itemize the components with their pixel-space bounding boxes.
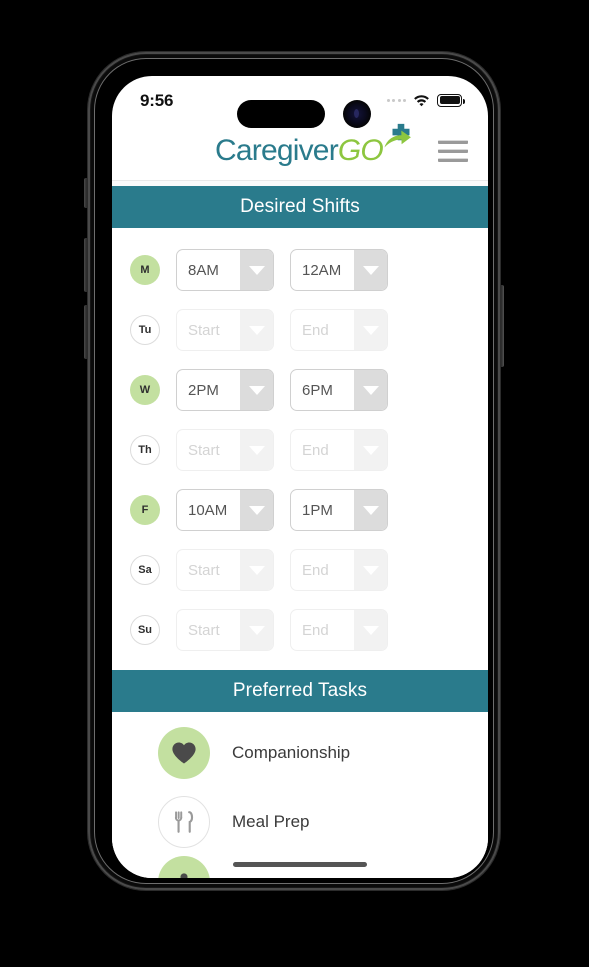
start-time-select-monday[interactable]: 8AM [176, 249, 274, 291]
fork-knife-icon [158, 795, 210, 848]
end-time-select-monday[interactable]: 12AM [290, 249, 388, 291]
status-indicators [386, 93, 465, 107]
start-time-value: Start [188, 321, 220, 339]
list-item-companionship[interactable]: Companionship [112, 718, 488, 787]
chevron-down-icon [240, 610, 273, 650]
list-item-label: Companionship [232, 742, 351, 762]
start-time-value: Start [188, 621, 220, 639]
chevron-down-icon [354, 430, 387, 470]
end-time-select-tuesday[interactable]: End [290, 309, 388, 351]
end-time-value: 1PM [302, 501, 333, 519]
list-item-partial[interactable] [112, 856, 488, 878]
chevron-down-icon [240, 370, 273, 410]
chevron-down-icon [354, 310, 387, 350]
end-time-value: End [302, 561, 329, 579]
start-time-value: 2PM [188, 381, 219, 399]
start-time-value: 8AM [188, 261, 219, 279]
phone-screen: 9:56 CaregiverGO Desired Shifts M 8AM 12… [112, 76, 488, 878]
table-row: W 2PM 6PM [112, 360, 488, 420]
heart-icon [158, 726, 210, 779]
table-row: Th Start End [112, 420, 488, 480]
chevron-down-icon [354, 250, 387, 290]
table-row: Sa Start End [112, 540, 488, 600]
start-time-select-sunday[interactable]: Start [176, 609, 274, 651]
signal-dots-icon [386, 98, 406, 102]
end-time-value: End [302, 441, 329, 459]
list-item-meal-prep[interactable]: Meal Prep [112, 787, 488, 856]
day-toggle-friday[interactable]: F [130, 495, 160, 525]
start-time-value: 10AM [188, 501, 228, 519]
logo-secondary-text: GO [337, 134, 384, 167]
end-time-select-wednesday[interactable]: 6PM [290, 369, 388, 411]
desired-shifts-header: Desired Shifts [112, 186, 488, 228]
table-row: M 8AM 12AM [112, 240, 488, 300]
phone-bezel: 9:56 CaregiverGO Desired Shifts M 8AM 12… [94, 58, 494, 884]
home-indicator[interactable] [233, 862, 367, 867]
end-time-value: 12AM [302, 261, 342, 279]
end-time-value: End [302, 621, 329, 639]
start-time-select-saturday[interactable]: Start [176, 549, 274, 591]
end-time-select-saturday[interactable]: End [290, 549, 388, 591]
start-time-select-thursday[interactable]: Start [176, 429, 274, 471]
screenshot-canvas: 9:56 CaregiverGO Desired Shifts M 8AM 12… [0, 0, 589, 967]
hamburger-menu-icon[interactable] [438, 140, 468, 162]
status-bar: 9:56 [112, 76, 488, 128]
app-logo[interactable]: CaregiverGO [215, 123, 411, 167]
day-toggle-tuesday[interactable]: Tu [130, 315, 160, 345]
chevron-down-icon [240, 490, 273, 530]
status-clock: 9:56 [140, 90, 174, 110]
chevron-down-icon [240, 550, 273, 590]
chevron-down-icon [240, 310, 273, 350]
table-row: F 10AM 1PM [112, 480, 488, 540]
menu-line-1 [438, 140, 468, 144]
phone-frame: 9:56 CaregiverGO Desired Shifts M 8AM 12… [88, 52, 500, 890]
day-toggle-monday[interactable]: M [130, 255, 160, 285]
medical-cross-arrow-icon [382, 123, 412, 149]
end-time-value: 6PM [302, 381, 333, 399]
person-icon [158, 856, 210, 878]
menu-line-3 [438, 158, 468, 162]
day-toggle-sunday[interactable]: Su [130, 615, 160, 645]
chevron-down-icon [354, 610, 387, 650]
app-header: CaregiverGO [112, 122, 488, 180]
end-time-select-thursday[interactable]: End [290, 429, 388, 471]
shifts-list: M 8AM 12AM Tu Start End W 2PM 6PM Th Sta… [112, 228, 488, 670]
day-toggle-saturday[interactable]: Sa [130, 555, 160, 585]
end-time-value: End [302, 321, 329, 339]
chevron-down-icon [240, 250, 273, 290]
chevron-down-icon [240, 430, 273, 470]
logo-primary-text: Caregiver [215, 134, 339, 167]
start-time-value: Start [188, 441, 220, 459]
start-time-select-wednesday[interactable]: 2PM [176, 369, 274, 411]
table-row: Tu Start End [112, 300, 488, 360]
start-time-value: Start [188, 561, 220, 579]
menu-line-2 [438, 149, 468, 153]
end-time-select-friday[interactable]: 1PM [290, 489, 388, 531]
chevron-down-icon [354, 490, 387, 530]
list-item-label: Meal Prep [232, 811, 310, 831]
day-toggle-wednesday[interactable]: W [130, 375, 160, 405]
chevron-down-icon [354, 370, 387, 410]
start-time-select-friday[interactable]: 10AM [176, 489, 274, 531]
day-toggle-thursday[interactable]: Th [130, 435, 160, 465]
battery-full-icon [437, 93, 465, 107]
preferred-tasks-header: Preferred Tasks [112, 670, 488, 712]
start-time-select-tuesday[interactable]: Start [176, 309, 274, 351]
tasks-list: Companionship Meal Prep [112, 712, 488, 878]
wifi-icon [413, 94, 430, 107]
table-row: Su Start End [112, 600, 488, 660]
chevron-down-icon [354, 550, 387, 590]
end-time-select-sunday[interactable]: End [290, 609, 388, 651]
app-logo-text: CaregiverGO [215, 134, 384, 167]
